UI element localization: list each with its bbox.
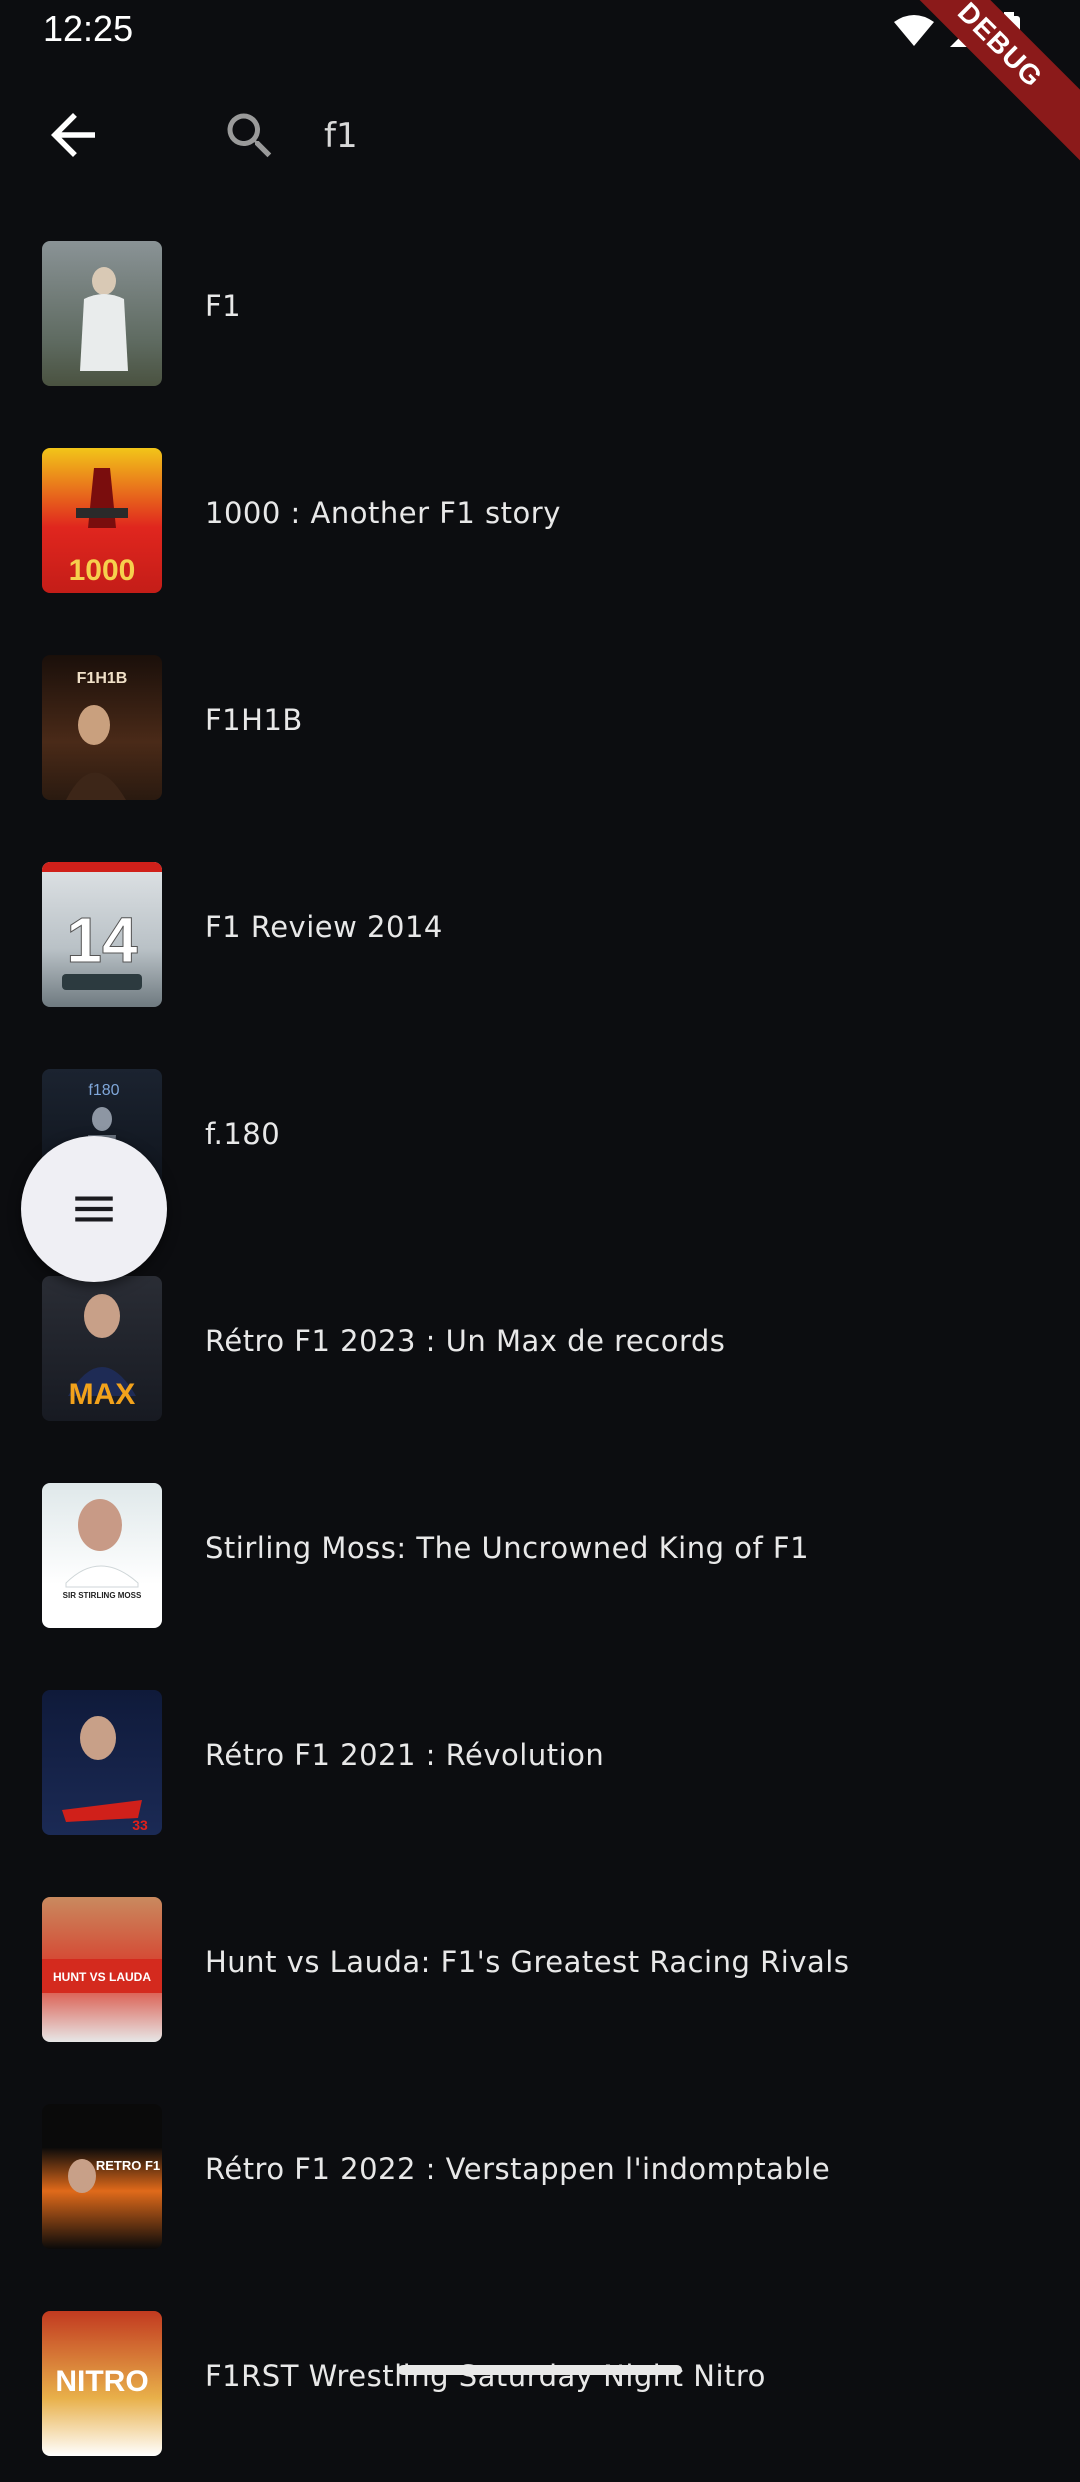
home-indicator[interactable] bbox=[398, 2365, 682, 2375]
thumbnail-text: NITRO bbox=[55, 2365, 148, 2398]
result-title: 1000 : Another F1 story bbox=[205, 496, 561, 530]
thumbnail-text: F1H1B bbox=[77, 670, 128, 687]
result-item-retro-f1-2022[interactable]: RETRO F1 Rétro F1 2022 : Verstappen l'in… bbox=[0, 2068, 1080, 2275]
thumbnail-text: SIR STIRLING MOSS bbox=[63, 1591, 142, 1600]
thumbnail-text: 14 bbox=[66, 904, 138, 976]
status-time: 12:25 bbox=[43, 8, 134, 49]
result-item-retro-f1-2023[interactable]: MAX Rétro F1 2023 : Un Max de records bbox=[0, 1240, 1080, 1447]
result-item-f1[interactable]: F1 bbox=[0, 205, 1080, 412]
poster-thumbnail: RETRO F1 bbox=[42, 2104, 162, 2249]
search-app-bar bbox=[0, 80, 1080, 190]
status-bar: 12:25 bbox=[0, 0, 1080, 60]
wifi-icon bbox=[894, 15, 934, 46]
poster-thumbnail bbox=[42, 241, 162, 386]
arrow-left-icon bbox=[51, 113, 95, 157]
thumbnail-text: MAX bbox=[69, 1378, 136, 1411]
result-title: Stirling Moss: The Uncrowned King of F1 bbox=[205, 1531, 810, 1565]
result-item-hunt-vs-lauda[interactable]: HUNT VS LAUDA Hunt vs Lauda: F1's Greate… bbox=[0, 1861, 1080, 2068]
poster-thumbnail: F1H1B bbox=[42, 655, 162, 800]
result-title: Hunt vs Lauda: F1's Greatest Racing Riva… bbox=[205, 1945, 850, 1979]
menu-fab-button[interactable] bbox=[21, 1136, 167, 1282]
result-item-f1rst-wrestling[interactable]: NITRO F1RST Wrestling Saturday Night Nit… bbox=[0, 2275, 1080, 2482]
poster-thumbnail: NITRO bbox=[42, 2311, 162, 2456]
result-title: F1 bbox=[205, 289, 242, 323]
result-item-retro-f1-2021[interactable]: 33 Rétro F1 2021 : Révolution bbox=[0, 1654, 1080, 1861]
result-item-stirling-moss[interactable]: SIR STIRLING MOSS Stirling Moss: The Unc… bbox=[0, 1447, 1080, 1654]
poster-thumbnail: 1000 bbox=[42, 448, 162, 593]
thumbnail-text: 33 bbox=[132, 1817, 148, 1833]
poster-thumbnail: HUNT VS LAUDA bbox=[42, 1897, 162, 2042]
thumbnail-text: HUNT VS LAUDA bbox=[53, 1970, 151, 1984]
thumbnail-text: RETRO F1 bbox=[96, 2158, 160, 2173]
result-item-f1h1b[interactable]: F1H1B F1H1B bbox=[0, 619, 1080, 826]
result-title: F1 Review 2014 bbox=[205, 910, 443, 944]
search-icon bbox=[227, 113, 272, 158]
poster-thumbnail: SIR STIRLING MOSS bbox=[42, 1483, 162, 1628]
thumbnail-text: 1000 bbox=[69, 554, 136, 587]
thumbnail-text: f180 bbox=[88, 1082, 119, 1099]
back-button[interactable] bbox=[40, 102, 106, 168]
result-title: Rétro F1 2022 : Verstappen l'indomptable bbox=[205, 2152, 831, 2186]
result-title: F1H1B bbox=[205, 703, 303, 737]
poster-thumbnail: MAX bbox=[42, 1276, 162, 1421]
result-title: Rétro F1 2023 : Un Max de records bbox=[205, 1324, 726, 1358]
result-title: Rétro F1 2021 : Révolution bbox=[205, 1738, 605, 1772]
result-item-1000-another-f1-story[interactable]: 1000 1000 : Another F1 story bbox=[0, 412, 1080, 619]
poster-thumbnail: 14 bbox=[42, 862, 162, 1007]
poster-thumbnail: 33 bbox=[42, 1690, 162, 1835]
menu-icon bbox=[75, 1196, 113, 1222]
result-title: f.180 bbox=[205, 1117, 281, 1151]
search-input[interactable] bbox=[324, 108, 964, 164]
result-item-f1-review-2014[interactable]: 14 F1 Review 2014 bbox=[0, 826, 1080, 1033]
